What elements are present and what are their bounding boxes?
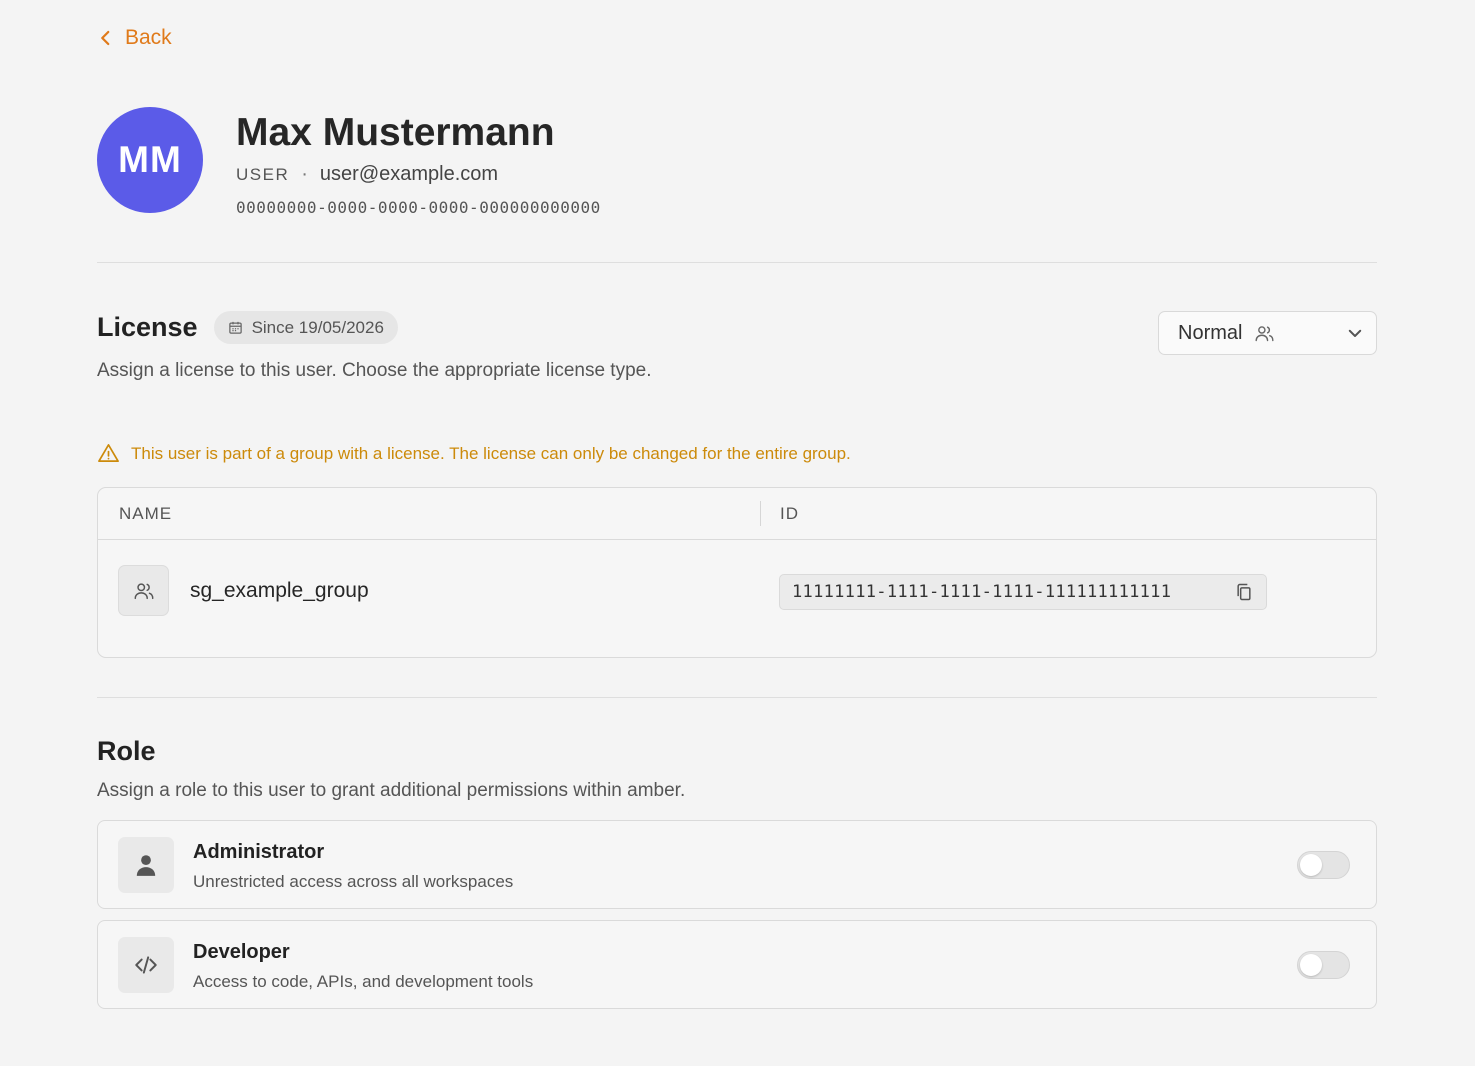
license-group-table: NAME ID sg_example_group 11111111-1111-1… <box>97 487 1377 658</box>
calendar-icon <box>228 321 242 334</box>
warning-text: This user is part of a group with a lice… <box>131 443 851 463</box>
license-description: Assign a license to this user. Choose th… <box>97 360 652 381</box>
user-uuid: 00000000-0000-0000-0000-000000000000 <box>236 198 601 217</box>
role-description: Assign a role to this user to grant addi… <box>97 780 686 801</box>
group-name: sg_example_group <box>190 579 369 602</box>
divider <box>97 262 1377 263</box>
table-header: NAME ID <box>98 488 1376 540</box>
column-header-id: ID <box>780 504 799 523</box>
role-name: Administrator <box>193 841 325 863</box>
back-link[interactable]: Back <box>97 26 172 50</box>
toggle-knob <box>1300 954 1322 976</box>
copy-icon[interactable] <box>1234 582 1254 602</box>
developer-toggle[interactable] <box>1297 951 1350 979</box>
license-since-text: Since 19/05/2026 <box>251 317 384 337</box>
role-icon-box <box>118 837 174 893</box>
person-icon <box>136 855 156 876</box>
user-role: USER <box>236 164 290 184</box>
role-card-administrator: Administrator Unrestricted access across… <box>97 820 1377 909</box>
users-icon <box>1255 325 1274 341</box>
role-desc: Access to code, APIs, and development to… <box>193 972 534 991</box>
license-type-select[interactable]: Normal <box>1158 311 1377 355</box>
group-id-value: 11111111-1111-1111-1111-111111111111 <box>792 582 1172 602</box>
group-id-field: 11111111-1111-1111-1111-111111111111 <box>779 574 1267 610</box>
warning-icon <box>98 444 119 463</box>
chevron-left-icon <box>101 30 110 46</box>
divider <box>97 697 1377 698</box>
chevron-down-icon <box>1348 329 1362 337</box>
user-email: user@example.com <box>319 163 499 185</box>
table-row: sg_example_group 11111111-1111-1111-1111… <box>98 540 1376 657</box>
administrator-toggle[interactable] <box>1297 851 1350 879</box>
role-icon-box <box>118 937 174 993</box>
role-title: Role <box>97 736 156 766</box>
user-name: Max Mustermann <box>236 111 555 154</box>
meta-separator: · <box>301 163 308 185</box>
license-type-value: Normal <box>1178 321 1243 344</box>
role-card-developer: Developer Access to code, APIs, and deve… <box>97 920 1377 1009</box>
role-desc: Unrestricted access across all workspace… <box>193 872 514 891</box>
avatar: MM <box>97 107 203 213</box>
license-heading: License Since 19/05/2026 <box>97 311 398 344</box>
toggle-knob <box>1300 854 1322 876</box>
users-icon <box>134 582 153 599</box>
license-since-badge: Since 19/05/2026 <box>213 311 398 344</box>
group-avatar <box>118 565 169 616</box>
profile-info: Max Mustermann USER · user@example.com 0… <box>236 107 601 217</box>
profile-meta: USER · user@example.com <box>236 163 601 186</box>
column-header-name: NAME <box>119 504 173 523</box>
column-separator <box>760 501 761 526</box>
profile-header: MM Max Mustermann USER · user@example.co… <box>97 107 601 217</box>
code-icon <box>135 956 157 974</box>
group-license-warning: This user is part of a group with a lice… <box>97 442 851 465</box>
license-title: License <box>97 312 198 342</box>
role-name: Developer <box>193 941 290 963</box>
back-label: Back <box>125 26 172 49</box>
